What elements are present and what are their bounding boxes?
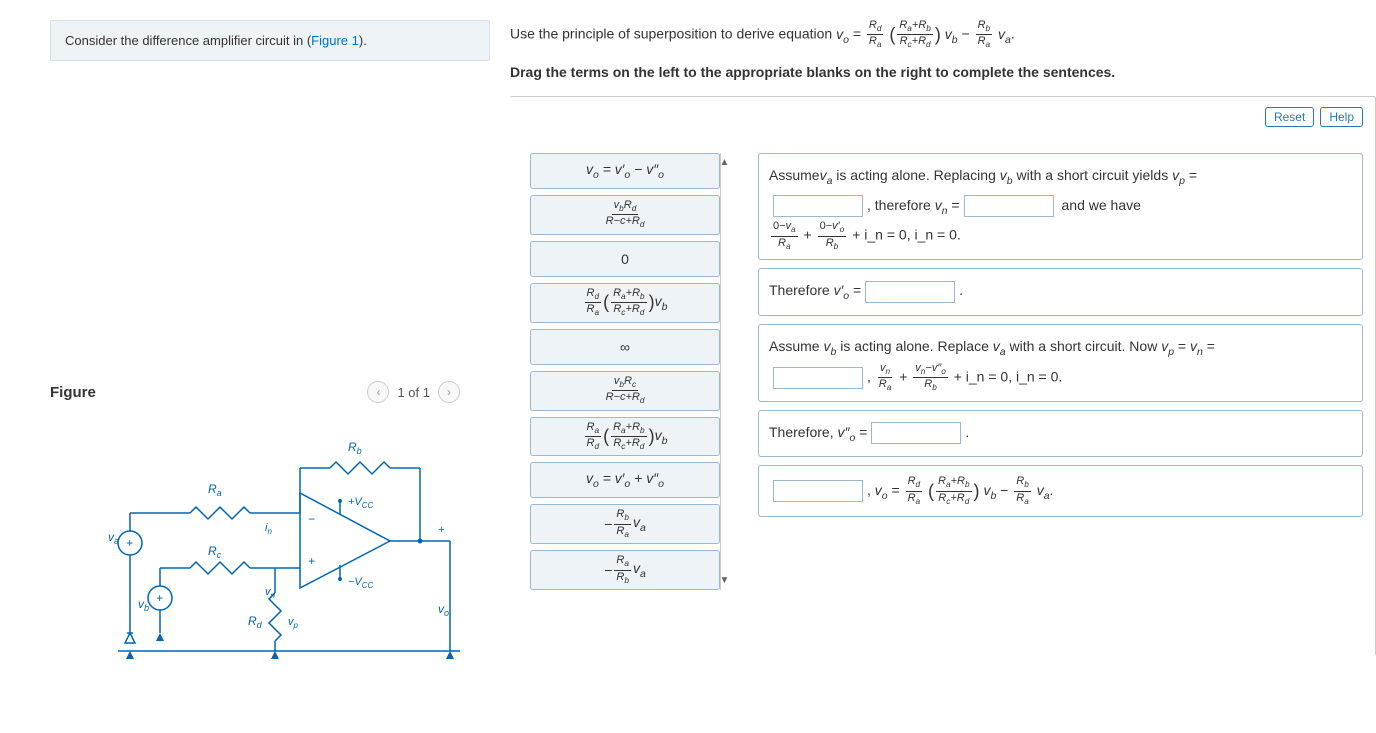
svg-text:vp: vp <box>288 616 299 630</box>
svg-text:vo: vo <box>438 602 449 618</box>
svg-text:+: + <box>308 554 315 568</box>
target-sentence: Therefore v′o =. <box>758 268 1363 316</box>
text: Therefore, v″o = <box>769 424 867 440</box>
drop-blank[interactable] <box>964 195 1054 217</box>
help-button[interactable]: Help <box>1320 107 1363 127</box>
svg-text:+VCC: +VCC <box>348 496 374 510</box>
text: , therefore <box>867 197 935 213</box>
target-sentence: Therefore, v″o =. <box>758 410 1363 458</box>
circuit-diagram: .w{stroke:#0066b3;stroke-width:1.5;fill:… <box>90 433 490 666</box>
svg-text:Ra: Ra <box>208 482 222 498</box>
drag-drop-panel: Reset Help vo = v′o − v″o vbRdR−c+Rd 0 R… <box>510 96 1376 656</box>
text: = <box>1185 167 1197 183</box>
text: + i_n = 0, i_n = 0. <box>848 227 960 243</box>
term-scrollbar[interactable]: ▲ ▼ <box>720 153 728 590</box>
drop-blank[interactable] <box>773 195 863 217</box>
term-list: vo = v′o − v″o vbRdR−c+Rd 0 RdRa (Ra+RbR… <box>530 153 720 590</box>
drag-term[interactable]: RdRa (Ra+RbRc+Rd)vb <box>530 283 720 323</box>
drag-term[interactable]: − RbRa va <box>530 504 720 544</box>
svg-text:+: + <box>156 591 163 605</box>
drag-instruction: Drag the terms on the left to the approp… <box>510 64 1376 80</box>
text: = <box>1203 338 1215 354</box>
drag-term[interactable]: ∞ <box>530 329 720 365</box>
svg-text:+: + <box>126 536 133 550</box>
drop-blank[interactable] <box>865 281 955 303</box>
drag-term[interactable]: 0 <box>530 241 720 277</box>
text: with a short circuit. Now <box>1006 338 1162 354</box>
instruction-equation: Use the principle of superposition to de… <box>510 20 1376 50</box>
text: is acting alone. Replace <box>836 338 992 354</box>
figure-title: Figure <box>50 384 96 401</box>
target-list: Assumeva is acting alone. Replacing vb w… <box>758 153 1363 590</box>
drop-blank[interactable] <box>871 422 961 444</box>
target-sentence: Assumeva is acting alone. Replacing vb w… <box>758 153 1363 260</box>
figure-pager: ‹ 1 of 1 › <box>367 381 460 403</box>
chevron-right-icon[interactable]: › <box>438 381 460 403</box>
text: + i_n = 0, i_n = 0. <box>950 368 1062 384</box>
drag-term[interactable]: vo = v′o − v″o <box>530 153 720 189</box>
text: with a short circuit yields <box>1013 167 1173 183</box>
scroll-up-icon[interactable]: ▲ <box>720 157 730 168</box>
drag-term[interactable]: − RaRb va <box>530 550 720 590</box>
text: is acting alone. Replacing <box>832 167 999 183</box>
text: Therefore v′o = <box>769 282 861 298</box>
drag-term[interactable]: RaRd (Ra+RbRc+Rd)vb <box>530 417 720 457</box>
prompt-suffix: ). <box>359 33 367 48</box>
scroll-down-icon[interactable]: ▼ <box>720 575 730 586</box>
drop-blank[interactable] <box>773 367 863 389</box>
problem-prompt: Consider the difference amplifier circui… <box>50 20 490 61</box>
target-sentence: , vo = RdRa (Ra+RbRc+Rd) vb − RbRa va. <box>758 465 1363 517</box>
svg-text:va: va <box>108 530 119 546</box>
chevron-left-icon[interactable]: ‹ <box>367 381 389 403</box>
svg-text:+: + <box>438 524 445 536</box>
pager-text: 1 of 1 <box>397 385 430 400</box>
text: Assume <box>769 338 823 354</box>
drag-term[interactable]: vo = v′o + v″o <box>530 462 720 498</box>
instruction-prefix: Use the principle of superposition to de… <box>510 26 836 42</box>
svg-text:Rc: Rc <box>208 544 222 560</box>
text: Assume <box>769 167 820 183</box>
svg-text:Rb: Rb <box>348 440 362 456</box>
drag-term[interactable]: vbRdR−c+Rd <box>530 195 720 235</box>
drop-blank[interactable] <box>773 480 863 502</box>
prompt-prefix: Consider the difference amplifier circui… <box>65 33 311 48</box>
reset-button[interactable]: Reset <box>1265 107 1314 127</box>
text: = <box>1174 338 1190 354</box>
svg-text:in: in <box>265 522 272 536</box>
svg-text:−VCC: −VCC <box>348 576 374 590</box>
svg-text:Rd: Rd <box>248 614 263 630</box>
figure-link[interactable]: Figure 1 <box>311 33 359 48</box>
target-sentence: Assume vb is acting alone. Replace va wi… <box>758 324 1363 402</box>
drag-term[interactable]: vbRcR−c+Rd <box>530 371 720 411</box>
svg-text:−: − <box>308 512 315 526</box>
text: and we have <box>1058 197 1141 213</box>
